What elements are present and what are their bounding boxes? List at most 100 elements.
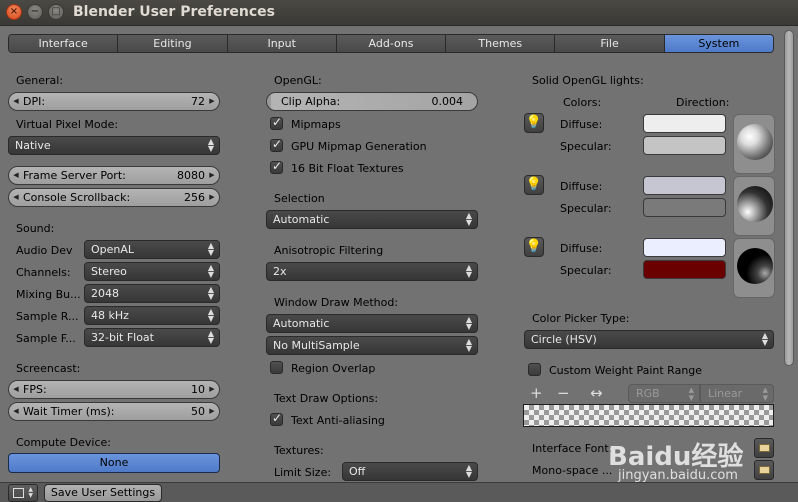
light-1-direction-widget[interactable]	[733, 114, 775, 174]
decrement-icon[interactable]: ◀	[11, 403, 21, 420]
light-2-direction-sphere[interactable]	[737, 186, 773, 222]
editor-type-button[interactable]: ▲ ▼	[8, 484, 38, 502]
sample-rate-dropdown[interactable]: 48 kHz ▲ ▼	[84, 306, 220, 325]
tab-file[interactable]: File	[555, 35, 665, 52]
gpu-mipmap-checkbox[interactable]: ✓	[270, 137, 283, 152]
dpi-field[interactable]: ◀ DPI: 72 ▶	[8, 92, 220, 111]
limit-size-dropdown[interactable]: Off ▲ ▼	[342, 462, 478, 481]
anisotropic-heading: Anisotropic Filtering	[274, 244, 384, 257]
window-draw-heading: Window Draw Method:	[274, 296, 399, 309]
channels-dropdown[interactable]: Stereo ▲ ▼	[84, 262, 220, 281]
light-2-direction-widget[interactable]	[733, 176, 775, 236]
check-icon: ✓	[272, 115, 283, 129]
multisample-dropdown[interactable]: No MultiSample ▲ ▼	[266, 336, 478, 355]
tab-addons[interactable]: Add-ons	[336, 35, 447, 52]
selection-dropdown[interactable]: Automatic ▲ ▼	[266, 210, 478, 229]
light-3-specular-swatch[interactable]	[643, 260, 726, 279]
weight-color-ramp[interactable]	[523, 404, 774, 427]
frame-server-port-field[interactable]: ◀ Frame Server Port: 8080 ▶	[8, 166, 220, 185]
mixing-buffer-dropdown[interactable]: 2048 ▲ ▼	[84, 284, 220, 303]
custom-weight-checkbox[interactable]	[528, 363, 541, 376]
increment-icon[interactable]: ▶	[207, 93, 217, 110]
window-draw-value: Automatic	[273, 317, 330, 330]
interface-font-browse-button[interactable]	[754, 438, 774, 458]
fps-field[interactable]: ◀ FPS: 10 ▶	[8, 380, 220, 399]
increment-icon[interactable]: ▶	[207, 167, 217, 184]
flip-icon[interactable]: ↔	[590, 386, 603, 401]
text-antialiasing-label: Text Anti-aliasing	[291, 414, 385, 427]
audio-dev-dropdown[interactable]: OpenAL ▲ ▼	[84, 240, 220, 259]
light-2-diffuse-swatch[interactable]	[643, 176, 726, 195]
console-scrollback-label: Console Scrollback:	[23, 191, 131, 204]
tab-system[interactable]: System	[664, 35, 773, 52]
compute-device-heading: Compute Device:	[16, 436, 111, 449]
channels-label: Channels:	[16, 266, 71, 279]
mono-font-browse-button[interactable]	[754, 460, 774, 480]
tab-input[interactable]: Input	[227, 35, 337, 52]
light-1-specular-label: Specular:	[560, 140, 612, 153]
tab-themes[interactable]: Themes	[446, 35, 556, 52]
sample-format-dropdown[interactable]: 32-bit Float ▲ ▼	[84, 328, 220, 347]
selection-heading: Selection	[274, 192, 325, 205]
interpolation-dropdown[interactable]: Linear ▲ ▼	[700, 384, 774, 403]
light-1-toggle[interactable]: 💡	[524, 113, 544, 133]
minimize-icon: −	[30, 6, 40, 17]
light-2-specular-swatch[interactable]	[643, 198, 726, 217]
light-3-toggle[interactable]: 💡	[524, 237, 544, 257]
decrement-icon[interactable]: ◀	[11, 381, 21, 398]
tab-interface[interactable]: Interface	[9, 35, 119, 52]
folder-icon	[759, 444, 770, 452]
preferences-tabs: Interface Editing Input Add-ons Themes F…	[8, 34, 774, 53]
anisotropic-dropdown[interactable]: 2x ▲ ▼	[266, 262, 478, 281]
updown-arrows-icon: ▲ ▼	[207, 263, 214, 279]
light-1-direction-sphere[interactable]	[737, 124, 773, 160]
close-window-button[interactable]: ×	[6, 4, 22, 20]
tab-editing[interactable]: Editing	[118, 35, 228, 52]
updown-arrows-icon: ▲ ▼	[207, 307, 214, 323]
text-antialiasing-checkbox[interactable]: ✓	[270, 411, 283, 426]
dpi-value: 72	[191, 95, 205, 108]
sound-heading: Sound:	[16, 222, 55, 235]
decrement-icon[interactable]: ◀	[11, 189, 21, 206]
wait-timer-label: Wait Timer (ms):	[23, 405, 115, 418]
wait-timer-field[interactable]: ◀ Wait Timer (ms): 50 ▶	[8, 402, 220, 421]
colors-heading: Colors:	[563, 96, 602, 109]
color-picker-dropdown[interactable]: Circle (HSV) ▲ ▼	[524, 330, 774, 349]
light-1-diffuse-swatch[interactable]	[643, 114, 726, 133]
window-title: Blender User Preferences	[73, 4, 275, 20]
window-draw-dropdown[interactable]: Automatic ▲ ▼	[266, 314, 478, 333]
limit-size-label: Limit Size:	[274, 466, 332, 479]
increment-icon[interactable]: ▶	[207, 403, 217, 420]
decrement-icon[interactable]: ◀	[11, 167, 21, 184]
light-3-diffuse-swatch[interactable]	[643, 238, 726, 257]
maximize-window-button[interactable]: □	[48, 4, 64, 20]
increment-icon[interactable]: ▶	[207, 189, 217, 206]
general-heading: General:	[16, 74, 64, 87]
light-3-direction-widget[interactable]	[733, 238, 775, 298]
preferences-icon	[13, 488, 24, 498]
region-overlap-checkbox[interactable]	[270, 361, 283, 374]
compute-device-none-button[interactable]: None	[8, 453, 220, 473]
vertical-scrollbar[interactable]	[784, 30, 794, 366]
increment-icon[interactable]: ▶	[207, 381, 217, 398]
lightbulb-icon: 💡	[525, 239, 543, 254]
direction-heading: Direction:	[676, 96, 730, 109]
color-mode-dropdown[interactable]: RGB ▲ ▼	[628, 384, 700, 403]
remove-icon[interactable]: −	[557, 386, 570, 401]
light-2-toggle[interactable]: 💡	[524, 175, 544, 195]
light-3-direction-sphere[interactable]	[737, 248, 773, 284]
light-1-specular-swatch[interactable]	[643, 136, 726, 155]
audio-dev-label: Audio Dev	[16, 244, 73, 257]
decrement-icon[interactable]: ◀	[11, 93, 21, 110]
clip-alpha-slider[interactable]: Clip Alpha: 0.004	[266, 92, 478, 111]
minimize-window-button[interactable]: −	[27, 4, 43, 20]
virtual-pixel-dropdown[interactable]: Native ▲ ▼	[8, 136, 220, 155]
light-3-specular-label: Specular:	[560, 264, 612, 277]
virtual-pixel-label: Virtual Pixel Mode:	[16, 118, 119, 131]
console-scrollback-field[interactable]: ◀ Console Scrollback: 256 ▶	[8, 188, 220, 207]
save-user-settings-button[interactable]: Save User Settings	[44, 484, 162, 502]
check-icon: ✓	[272, 411, 283, 425]
mipmaps-checkbox[interactable]: ✓	[270, 115, 283, 130]
add-icon[interactable]: +	[530, 386, 543, 401]
float-textures-checkbox[interactable]: ✓	[270, 159, 283, 174]
